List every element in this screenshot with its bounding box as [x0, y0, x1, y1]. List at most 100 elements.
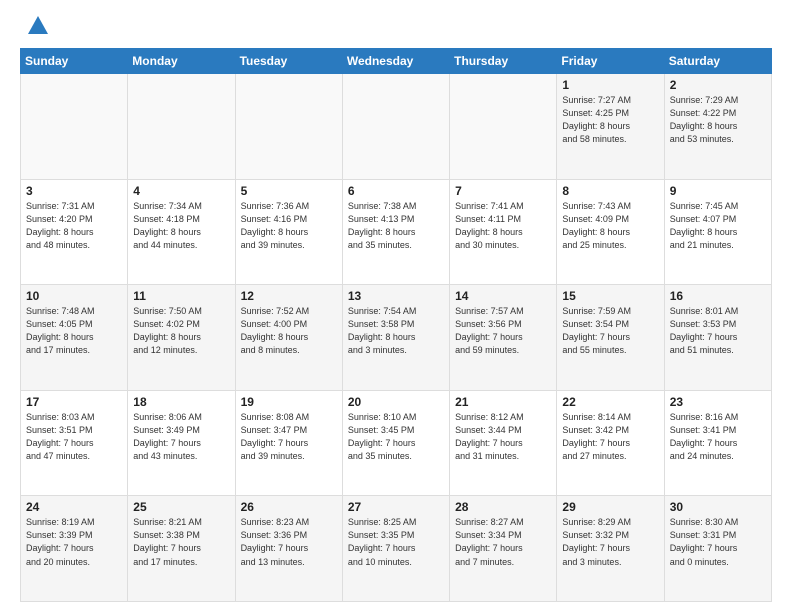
day-number: 30: [670, 500, 766, 514]
day-info: Sunrise: 7:52 AM Sunset: 4:00 PM Dayligh…: [241, 305, 337, 357]
day-number: 22: [562, 395, 658, 409]
calendar-header-row: SundayMondayTuesdayWednesdayThursdayFrid…: [21, 49, 772, 74]
day-info: Sunrise: 8:29 AM Sunset: 3:32 PM Dayligh…: [562, 516, 658, 568]
day-info: Sunrise: 8:21 AM Sunset: 3:38 PM Dayligh…: [133, 516, 229, 568]
day-number: 16: [670, 289, 766, 303]
day-number: 18: [133, 395, 229, 409]
calendar-cell: 22Sunrise: 8:14 AM Sunset: 3:42 PM Dayli…: [557, 390, 664, 496]
day-info: Sunrise: 8:12 AM Sunset: 3:44 PM Dayligh…: [455, 411, 551, 463]
day-info: Sunrise: 8:10 AM Sunset: 3:45 PM Dayligh…: [348, 411, 444, 463]
day-number: 12: [241, 289, 337, 303]
day-info: Sunrise: 7:36 AM Sunset: 4:16 PM Dayligh…: [241, 200, 337, 252]
calendar-cell: 23 Sunrise: 8:16 AM Sunset: 3:41 PM Dayli…: [664, 390, 771, 496]
calendar-day-header: Thursday: [450, 49, 557, 74]
calendar-cell: 4 Sunrise: 7:34 AM Sunset: 4:18 PM Daylig…: [128, 179, 235, 285]
day-number: 23: [670, 395, 766, 409]
calendar-cell: 6 Sunrise: 7:38 AM Sunset: 4:13 PM Daylig…: [342, 179, 449, 285]
calendar-day-header: Monday: [128, 49, 235, 74]
calendar-cell: 18 Sunrise: 8:06 AM Sunset: 3:49 PM Dayli…: [128, 390, 235, 496]
day-info: Sunrise: 7:45 AM Sunset: 4:07 PM Dayligh…: [670, 200, 766, 252]
day-number: 24: [26, 500, 122, 514]
day-info: Sunrise: 8:19 AM Sunset: 3:39 PM Dayligh…: [26, 516, 122, 568]
calendar-cell: 11 Sunrise: 7:50 AM Sunset: 4:02 PM Dayli…: [128, 285, 235, 391]
page: SundayMondayTuesdayWednesdayThursdayFrid…: [0, 0, 792, 612]
calendar-cell: 24 Sunrise: 8:19 AM Sunset: 3:39 PM Dayli…: [21, 496, 128, 602]
day-info: Sunrise: 7:41 AM Sunset: 4:11 PM Dayligh…: [455, 200, 551, 252]
day-number: 3: [26, 184, 122, 198]
day-number: 6: [348, 184, 444, 198]
day-info: Sunrise: 7:34 AM Sunset: 4:18 PM Dayligh…: [133, 200, 229, 252]
day-info: Sunrise: 8:25 AM Sunset: 3:35 PM Dayligh…: [348, 516, 444, 568]
calendar-cell: 30 Sunrise: 8:30 AM Sunset: 3:31 PM Dayli…: [664, 496, 771, 602]
calendar-cell: 17Sunrise: 8:03 AM Sunset: 3:51 PM Dayli…: [21, 390, 128, 496]
calendar-cell: 10 Sunrise: 7:48 AM Sunset: 4:05 PM Dayli…: [21, 285, 128, 391]
day-info: Sunrise: 7:31 AM Sunset: 4:20 PM Dayligh…: [26, 200, 122, 252]
day-info: Sunrise: 8:01 AM Sunset: 3:53 PM Dayligh…: [670, 305, 766, 357]
calendar-cell: [21, 74, 128, 180]
day-number: 27: [348, 500, 444, 514]
calendar-day-header: Saturday: [664, 49, 771, 74]
calendar-cell: 26Sunrise: 8:23 AM Sunset: 3:36 PM Dayli…: [235, 496, 342, 602]
calendar-cell: 28 Sunrise: 8:27 AM Sunset: 3:34 PM Dayli…: [450, 496, 557, 602]
day-number: 29: [562, 500, 658, 514]
calendar-cell: 12 Sunrise: 7:52 AM Sunset: 4:00 PM Dayli…: [235, 285, 342, 391]
day-number: 14: [455, 289, 551, 303]
day-number: 4: [133, 184, 229, 198]
day-info: Sunrise: 7:29 AM Sunset: 4:22 PM Dayligh…: [670, 94, 766, 146]
day-info: Sunrise: 7:27 AM Sunset: 4:25 PM Dayligh…: [562, 94, 658, 146]
day-number: 9: [670, 184, 766, 198]
day-number: 15: [562, 289, 658, 303]
calendar-day-header: Tuesday: [235, 49, 342, 74]
day-info: Sunrise: 8:16 AM Sunset: 3:41 PM Dayligh…: [670, 411, 766, 463]
day-info: Sunrise: 7:50 AM Sunset: 4:02 PM Dayligh…: [133, 305, 229, 357]
calendar-week-row: 1 Sunrise: 7:27 AM Sunset: 4:25 PM Daylig…: [21, 74, 772, 180]
day-info: Sunrise: 7:59 AM Sunset: 3:54 PM Dayligh…: [562, 305, 658, 357]
calendar-cell: 25 Sunrise: 8:21 AM Sunset: 3:38 PM Dayli…: [128, 496, 235, 602]
calendar-day-header: Friday: [557, 49, 664, 74]
day-info: Sunrise: 7:57 AM Sunset: 3:56 PM Dayligh…: [455, 305, 551, 357]
day-number: 17: [26, 395, 122, 409]
day-info: Sunrise: 7:43 AM Sunset: 4:09 PM Dayligh…: [562, 200, 658, 252]
calendar-cell: 9 Sunrise: 7:45 AM Sunset: 4:07 PM Daylig…: [664, 179, 771, 285]
day-number: 8: [562, 184, 658, 198]
calendar-cell: [450, 74, 557, 180]
calendar-cell: 27 Sunrise: 8:25 AM Sunset: 3:35 PM Dayli…: [342, 496, 449, 602]
day-number: 25: [133, 500, 229, 514]
day-number: 19: [241, 395, 337, 409]
calendar-day-header: Sunday: [21, 49, 128, 74]
calendar-cell: 13 Sunrise: 7:54 AM Sunset: 3:58 PM Dayli…: [342, 285, 449, 391]
calendar-week-row: 24 Sunrise: 8:19 AM Sunset: 3:39 PM Dayli…: [21, 496, 772, 602]
logo: [20, 20, 52, 40]
day-info: Sunrise: 7:54 AM Sunset: 3:58 PM Dayligh…: [348, 305, 444, 357]
day-info: Sunrise: 8:30 AM Sunset: 3:31 PM Dayligh…: [670, 516, 766, 568]
day-number: 10: [26, 289, 122, 303]
day-info: Sunrise: 8:06 AM Sunset: 3:49 PM Dayligh…: [133, 411, 229, 463]
calendar-week-row: 3 Sunrise: 7:31 AM Sunset: 4:20 PM Daylig…: [21, 179, 772, 285]
day-info: Sunrise: 8:27 AM Sunset: 3:34 PM Dayligh…: [455, 516, 551, 568]
logo-icon: [24, 12, 52, 40]
calendar-cell: 7Sunrise: 7:41 AM Sunset: 4:11 PM Daylig…: [450, 179, 557, 285]
day-number: 28: [455, 500, 551, 514]
calendar-cell: [342, 74, 449, 180]
calendar-cell: 2 Sunrise: 7:29 AM Sunset: 4:22 PM Daylig…: [664, 74, 771, 180]
day-number: 2: [670, 78, 766, 92]
day-info: Sunrise: 8:08 AM Sunset: 3:47 PM Dayligh…: [241, 411, 337, 463]
day-info: Sunrise: 7:48 AM Sunset: 4:05 PM Dayligh…: [26, 305, 122, 357]
calendar-cell: 16 Sunrise: 8:01 AM Sunset: 3:53 PM Dayli…: [664, 285, 771, 391]
day-number: 21: [455, 395, 551, 409]
calendar-cell: 1 Sunrise: 7:27 AM Sunset: 4:25 PM Daylig…: [557, 74, 664, 180]
calendar-table: SundayMondayTuesdayWednesdayThursdayFrid…: [20, 48, 772, 602]
day-number: 13: [348, 289, 444, 303]
calendar-cell: 15 Sunrise: 7:59 AM Sunset: 3:54 PM Dayli…: [557, 285, 664, 391]
calendar-week-row: 17Sunrise: 8:03 AM Sunset: 3:51 PM Dayli…: [21, 390, 772, 496]
day-info: Sunrise: 7:38 AM Sunset: 4:13 PM Dayligh…: [348, 200, 444, 252]
day-number: 26: [241, 500, 337, 514]
day-number: 20: [348, 395, 444, 409]
calendar-week-row: 10 Sunrise: 7:48 AM Sunset: 4:05 PM Dayli…: [21, 285, 772, 391]
day-number: 1: [562, 78, 658, 92]
day-number: 5: [241, 184, 337, 198]
calendar-cell: [128, 74, 235, 180]
calendar-cell: 5 Sunrise: 7:36 AM Sunset: 4:16 PM Daylig…: [235, 179, 342, 285]
calendar-cell: 29 Sunrise: 8:29 AM Sunset: 3:32 PM Dayli…: [557, 496, 664, 602]
day-number: 11: [133, 289, 229, 303]
